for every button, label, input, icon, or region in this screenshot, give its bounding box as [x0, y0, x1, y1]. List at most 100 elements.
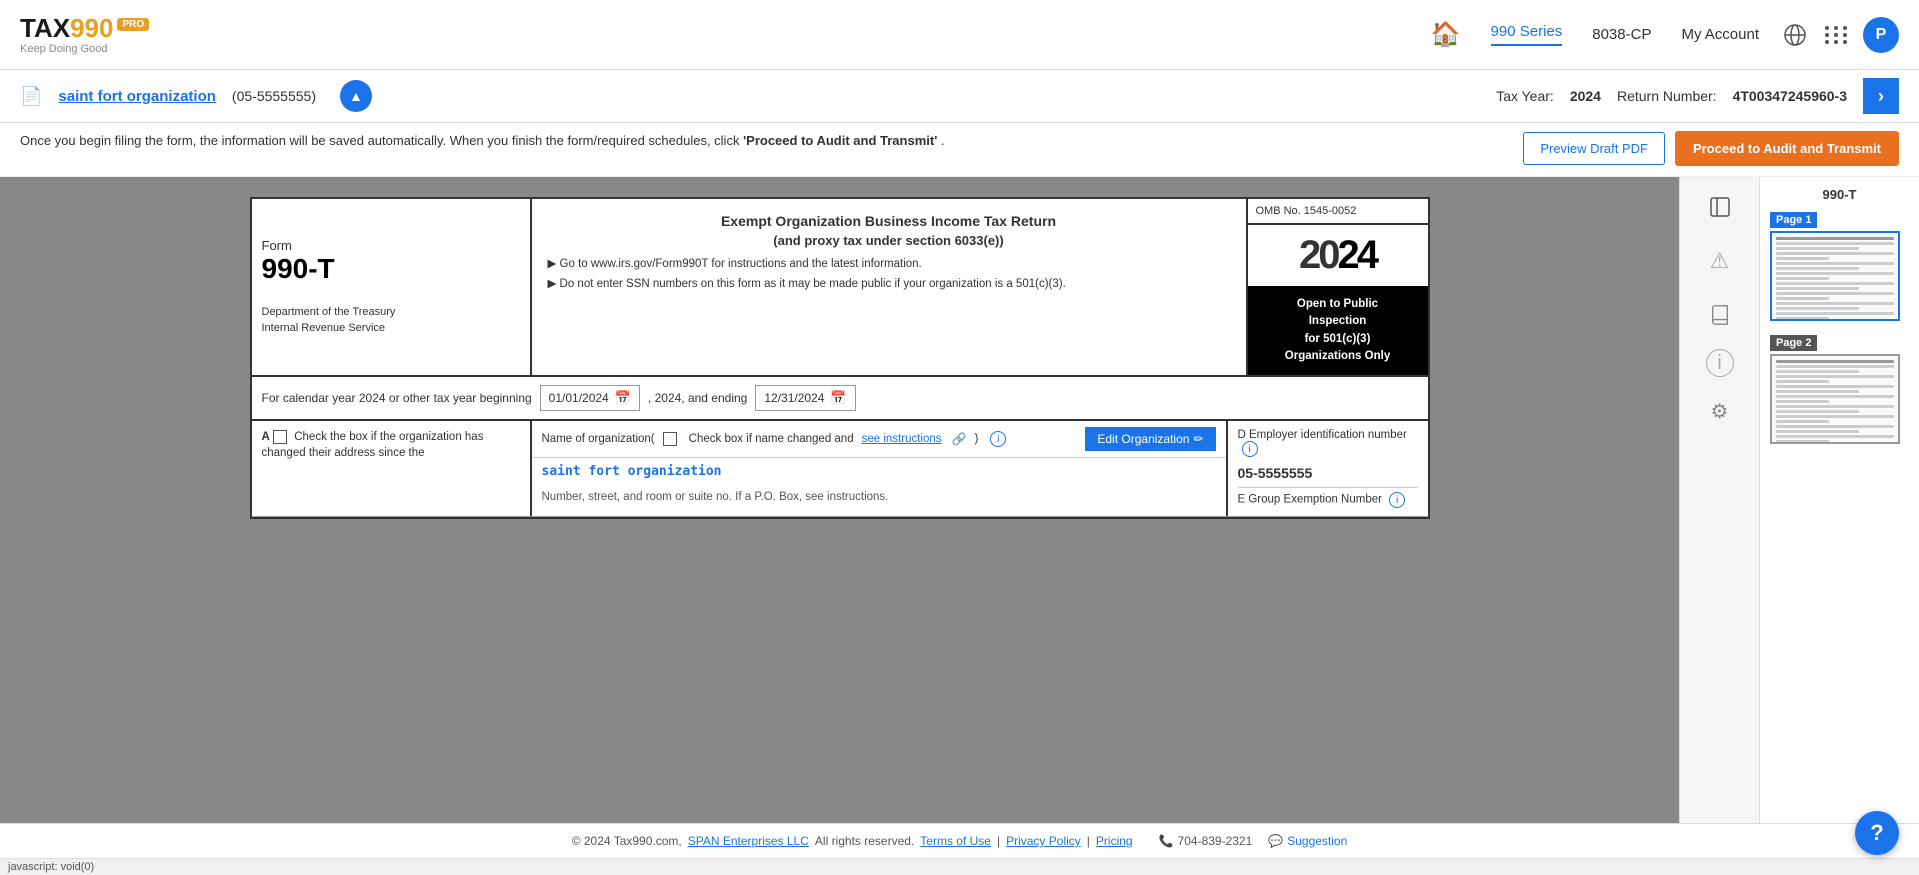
phone-number: 704-839-2321: [1178, 834, 1253, 848]
field-d-col: D Employer identification number i 05-55…: [1228, 421, 1428, 516]
field-b-info-icon[interactable]: i: [990, 431, 1006, 447]
form-title-line2: (and proxy tax under section 6033(e)): [548, 233, 1230, 248]
footer-pricing-link[interactable]: Pricing: [1096, 834, 1133, 848]
start-date-value: 01/01/2024: [549, 391, 609, 405]
footer-copyright: © 2024 Tax990.com,: [572, 834, 682, 848]
external-link-icon[interactable]: 🔗: [952, 432, 967, 446]
form-container: Form 990-T Department of the Treasury In…: [250, 197, 1430, 519]
help-button[interactable]: ?: [1855, 811, 1899, 855]
form-area: Form 990-T Department of the Treasury In…: [0, 177, 1679, 823]
right-sidebar: ⚠ i ⚙: [1679, 177, 1759, 823]
footer-span-link[interactable]: SPAN Enterprises LLC: [688, 834, 809, 848]
nav-my-account[interactable]: My Account: [1681, 26, 1759, 43]
grid-menu-icon[interactable]: [1825, 26, 1849, 44]
calendar-year-label: For calendar year 2024 or other tax year…: [262, 391, 532, 405]
page-2-thumb[interactable]: Page 2: [1770, 333, 1909, 444]
footer-terms-link[interactable]: Terms of Use: [920, 834, 991, 848]
end-date-value: 12/31/2024: [764, 391, 824, 405]
edit-org-btn[interactable]: Edit Organization ✏: [1085, 427, 1215, 451]
sidebar-warning-icon[interactable]: ⚠: [1700, 241, 1740, 281]
logo-text: TAX990PRO: [20, 15, 149, 41]
preview-draft-btn[interactable]: Preview Draft PDF: [1523, 132, 1665, 165]
footer-sep1: |: [997, 834, 1000, 848]
sidebar-book-icon[interactable]: [1700, 295, 1740, 335]
page-1-thumb[interactable]: Page 1: [1770, 210, 1909, 321]
logo-area: TAX990PRO Keep Doing Good: [20, 15, 149, 55]
next-button[interactable]: ›: [1863, 78, 1899, 114]
field-b-check-text: Check box if name changed and: [689, 433, 854, 445]
logo-990: 990: [70, 13, 113, 43]
org-name-row: Name of organization( Check box if name …: [532, 421, 1226, 458]
org-name-display: saint fort organization: [532, 458, 1226, 485]
form-title-line1: Exempt Organization Business Income Tax …: [548, 213, 1230, 229]
org-icon: 📄: [20, 86, 42, 107]
edit-org-icon: ✏: [1193, 432, 1203, 446]
sub-header: 📄 saint fort organization (05-5555555) ▲…: [0, 70, 1919, 123]
sidebar-settings-icon[interactable]: ⚙: [1700, 391, 1740, 431]
org-ein: (05-5555555): [232, 88, 316, 104]
status-bar: javascript: void(0): [0, 858, 1919, 875]
language-icon[interactable]: [1779, 19, 1811, 51]
footer: © 2024 Tax990.com, SPAN Enterprises LLC …: [0, 823, 1919, 858]
ein-value: 05-5555555: [1238, 465, 1418, 481]
home-icon[interactable]: 🏠: [1431, 20, 1461, 49]
sidebar-info-icon[interactable]: i: [1706, 349, 1734, 377]
instructions-part2: .: [941, 133, 945, 148]
form-label-top: 990-T: [1770, 187, 1909, 202]
field-e-info-icon[interactable]: i: [1389, 492, 1405, 508]
field-d-label: D Employer identification number i: [1238, 429, 1418, 457]
field-a-col: A Check the box if the organization has …: [252, 421, 532, 516]
header-nav: 🏠 990 Series 8038-CP My Account: [1431, 20, 1759, 49]
date-separator: , 2024, and ending: [648, 391, 747, 405]
page-1-label: Page 1: [1770, 212, 1817, 228]
field-a-label: A: [262, 431, 270, 443]
instructions-part1: Once you begin filing the form, the info…: [20, 133, 743, 148]
suggestion-icon: 💬: [1268, 834, 1283, 848]
form-right-col: OMB No. 1545-0052 2024 Open to PublicIns…: [1248, 199, 1428, 375]
return-number-label: Return Number:: [1617, 88, 1717, 104]
field-a-checkbox[interactable]: [273, 430, 287, 444]
footer-sep2: |: [1087, 834, 1090, 848]
field-b-label: Name of organization(: [542, 433, 655, 445]
name-changed-checkbox[interactable]: [663, 432, 677, 446]
page-2-label: Page 2: [1770, 335, 1817, 351]
form-number: 990-T: [262, 253, 520, 285]
year-display: 2024: [1248, 225, 1428, 286]
start-date-calendar-icon[interactable]: 📅: [615, 390, 631, 406]
dept-text: Department of the Treasury Internal Reve…: [262, 305, 520, 336]
tax-year-value: 2024: [1570, 88, 1601, 104]
logo-tagline: Keep Doing Good: [20, 43, 149, 55]
form-top: Form 990-T Department of the Treasury In…: [252, 199, 1428, 377]
footer-suggestion[interactable]: 💬 Suggestion: [1268, 834, 1347, 848]
instructions-actions: Preview Draft PDF Proceed to Audit and T…: [1523, 131, 1899, 166]
form-fields-row: A Check the box if the organization has …: [252, 421, 1428, 517]
form-number-prefix: Form: [262, 238, 520, 253]
footer-phone: 📞 704-839-2321: [1159, 834, 1253, 848]
nav-990-series[interactable]: 990 Series: [1491, 23, 1563, 46]
instructions-bold: 'Proceed to Audit and Transmit': [743, 133, 937, 148]
sidebar-nav-icon[interactable]: [1700, 187, 1740, 227]
instructions-text: Once you begin filing the form, the info…: [20, 131, 1503, 151]
user-avatar[interactable]: P: [1863, 17, 1899, 53]
form-center-col: Exempt Organization Business Income Tax …: [532, 199, 1248, 375]
end-date-calendar-icon[interactable]: 📅: [830, 390, 846, 406]
main-layout: Form 990-T Department of the Treasury In…: [0, 177, 1919, 823]
field-e-row: E Group Exemption Number i: [1238, 487, 1418, 508]
form-left-col: Form 990-T Department of the Treasury In…: [252, 199, 532, 375]
page-1-image: [1770, 231, 1900, 321]
nav-8038cp[interactable]: 8038-CP: [1592, 26, 1651, 43]
footer-privacy-link[interactable]: Privacy Policy: [1006, 834, 1081, 848]
header-icons: P: [1779, 17, 1899, 53]
see-instructions-link[interactable]: see instructions: [862, 433, 942, 445]
field-b-col: Name of organization( Check box if name …: [532, 421, 1228, 516]
calendar-year-row: For calendar year 2024 or other tax year…: [252, 377, 1428, 421]
footer-all-rights: All rights reserved.: [815, 834, 914, 848]
org-name[interactable]: saint fort organization: [58, 88, 216, 105]
start-date-input[interactable]: 01/01/2024 📅: [540, 385, 640, 411]
instructions-bar: Once you begin filing the form, the info…: [0, 123, 1919, 177]
collapse-btn[interactable]: ▲: [340, 80, 372, 112]
proceed-audit-btn[interactable]: Proceed to Audit and Transmit: [1675, 131, 1899, 166]
tax-info: Tax Year: 2024 Return Number: 4T00347245…: [1496, 88, 1847, 104]
end-date-input[interactable]: 12/31/2024 📅: [755, 385, 855, 411]
field-d-info-icon[interactable]: i: [1242, 441, 1258, 457]
